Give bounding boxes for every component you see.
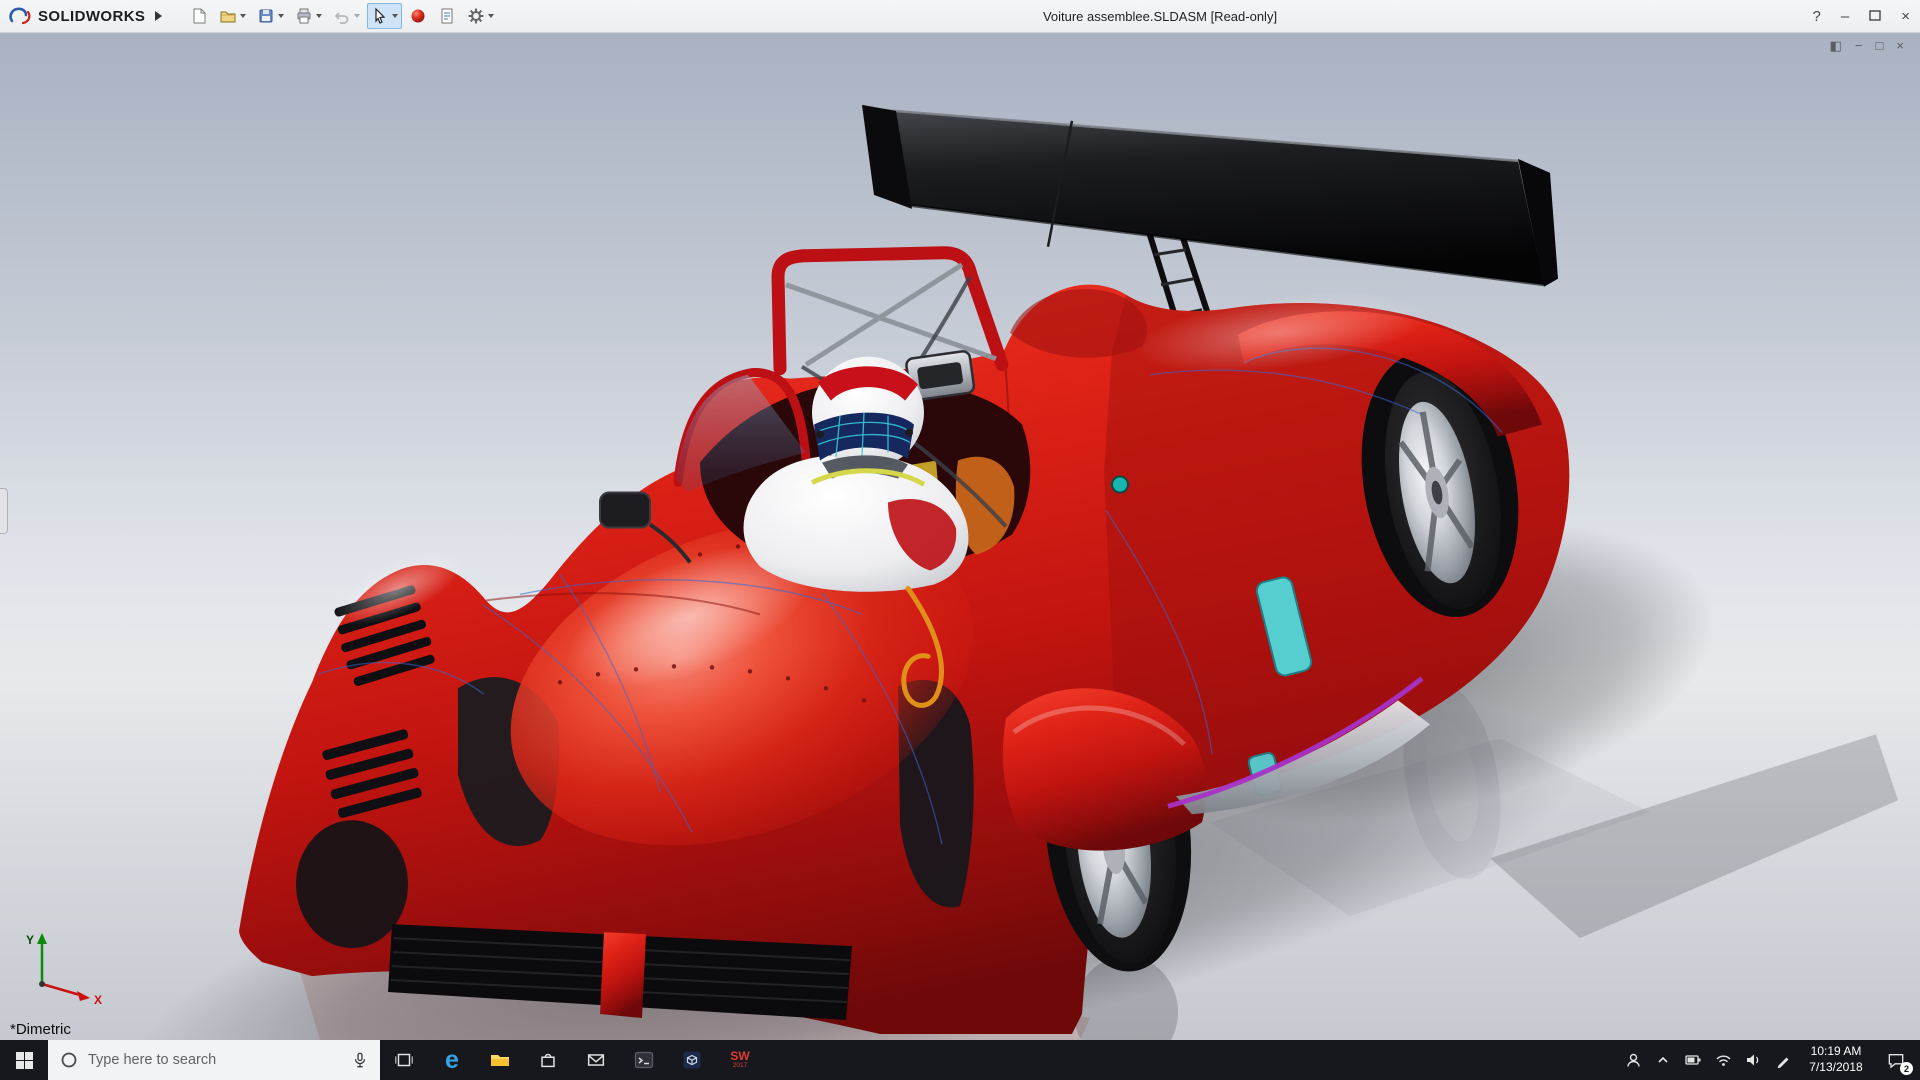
3ds-logo-icon [8, 6, 32, 26]
triad-y-label: Y [26, 933, 34, 947]
window-title: Voiture assemblee.SLDASM [Read-only] [760, 9, 1560, 24]
print-icon [295, 7, 313, 25]
side-mirror [600, 493, 650, 528]
taskbar-search[interactable] [48, 1040, 380, 1080]
options-button[interactable] [463, 3, 498, 29]
battery-icon [1685, 1054, 1702, 1066]
rebuild-sphere-icon [409, 7, 427, 25]
doc-minimize-button[interactable]: − [1855, 39, 1863, 52]
left-wheel-shadow [296, 820, 408, 948]
search-input[interactable] [88, 1052, 342, 1068]
quick-access-toolbar [186, 3, 498, 29]
file-explorer-button[interactable] [476, 1040, 524, 1080]
maximize-icon [1869, 10, 1881, 21]
volume-button[interactable] [1740, 1040, 1766, 1080]
undo-button[interactable] [329, 3, 364, 29]
open-caret-icon[interactable] [240, 14, 246, 18]
network-icon [1715, 1053, 1732, 1067]
options-caret-icon[interactable] [488, 14, 494, 18]
store-button[interactable] [524, 1040, 572, 1080]
save-button[interactable] [253, 3, 288, 29]
people-button[interactable] [1620, 1040, 1646, 1080]
titlebar: SOLIDWORKS [0, 0, 1920, 33]
undo-icon [333, 7, 351, 25]
task-view-button[interactable] [380, 1040, 428, 1080]
save-icon [257, 7, 275, 25]
action-center-button[interactable]: 2 [1876, 1040, 1916, 1080]
open-button[interactable] [215, 3, 250, 29]
new-document-icon [190, 7, 208, 25]
taskbar-clock[interactable]: 10:19 AM 7/13/2018 [1800, 1044, 1872, 1075]
solidworks-2017-button[interactable]: SW 2017 [716, 1040, 764, 1080]
battery-button[interactable] [1680, 1040, 1706, 1080]
select-button[interactable] [367, 3, 402, 29]
body-sensor-dot [1112, 477, 1128, 493]
people-icon [1625, 1052, 1642, 1069]
pen-button[interactable] [1770, 1040, 1796, 1080]
task-view-icon [393, 1049, 415, 1071]
orientation-triad: Y X [18, 928, 114, 1006]
menu-flyout-arrow-icon[interactable] [155, 11, 162, 21]
doc-close-button[interactable]: × [1896, 39, 1904, 52]
edge-button[interactable]: e [428, 1040, 476, 1080]
cad-tools-icon [680, 1048, 704, 1072]
y-axis-arrow-icon [37, 933, 47, 944]
clock-time: 10:19 AM [1800, 1044, 1872, 1060]
hidden-icons-chevron-icon [1656, 1053, 1670, 1067]
pen-icon [1776, 1053, 1791, 1068]
file-explorer-icon [488, 1048, 512, 1072]
document-window-controls: ◧ − □ × [1830, 39, 1904, 52]
store-icon [537, 1049, 559, 1071]
file-properties-icon [438, 7, 456, 25]
microphone-icon[interactable] [352, 1051, 368, 1069]
file-properties-button[interactable] [434, 3, 460, 29]
system-tray: 10:19 AM 7/13/2018 2 [1620, 1040, 1920, 1080]
window-controls: ? – × [1813, 0, 1910, 33]
solidworks-2017-icon: SW 2017 [730, 1050, 749, 1070]
help-button[interactable]: ? [1813, 9, 1821, 24]
cortana-circle-icon [60, 1051, 78, 1069]
windows-taskbar: e SW 2017 [0, 1040, 1920, 1080]
start-button[interactable] [0, 1040, 48, 1080]
start-icon [16, 1052, 33, 1069]
options-gear-icon [467, 7, 485, 25]
volume-icon [1745, 1053, 1762, 1067]
view-orientation-label: *Dimetric [10, 1021, 71, 1038]
new-document-button[interactable] [186, 3, 212, 29]
print-button[interactable] [291, 3, 326, 29]
console-button[interactable] [620, 1040, 668, 1080]
mail-icon [585, 1049, 607, 1071]
print-caret-icon[interactable] [316, 14, 322, 18]
select-cursor-icon [371, 7, 389, 25]
triad-x-label: X [94, 993, 102, 1006]
save-caret-icon[interactable] [278, 14, 284, 18]
graphics-viewport[interactable]: ◧ − □ × Y X *Dimetric [0, 33, 1920, 1040]
edge-icon: e [445, 1046, 459, 1075]
doc-pane-icon[interactable]: ◧ [1830, 39, 1842, 52]
rebuild-button[interactable] [405, 3, 431, 29]
minimize-button[interactable]: – [1841, 9, 1849, 24]
solidworks-brand: SOLIDWORKS [0, 6, 172, 26]
notification-badge: 2 [1900, 1062, 1913, 1075]
undo-caret-icon[interactable] [354, 14, 360, 18]
network-button[interactable] [1710, 1040, 1736, 1080]
model-canvas[interactable] [0, 33, 1920, 1040]
hidden-icons-button[interactable] [1650, 1040, 1676, 1080]
console-icon [632, 1048, 656, 1072]
feature-manager-collapsed-tab[interactable] [0, 488, 8, 534]
close-button[interactable]: × [1901, 9, 1910, 24]
doc-restore-button[interactable]: □ [1876, 39, 1884, 52]
maximize-button[interactable] [1869, 9, 1881, 24]
open-icon [219, 7, 237, 25]
brand-name: SOLIDWORKS [38, 8, 145, 25]
x-axis-arrow-icon [77, 991, 90, 1001]
cad-tools-button[interactable] [668, 1040, 716, 1080]
select-caret-icon[interactable] [392, 14, 398, 18]
clock-date: 7/13/2018 [1800, 1060, 1872, 1076]
mail-button[interactable] [572, 1040, 620, 1080]
